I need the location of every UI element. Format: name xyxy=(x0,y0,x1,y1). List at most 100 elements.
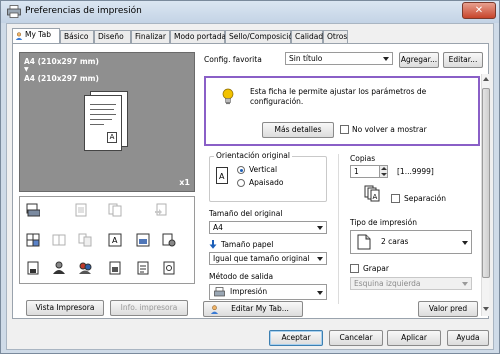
lightbulb-icon xyxy=(222,88,234,105)
dialog-client-area: My Tab Básico Diseño Finalizar Modo port… xyxy=(6,23,494,350)
tab-diseno[interactable]: Diseño xyxy=(94,30,131,43)
stamp-icon[interactable] xyxy=(162,233,176,247)
cancel-button[interactable]: Cancelar xyxy=(329,330,383,346)
combine-pages-icon[interactable] xyxy=(78,233,92,247)
horizontal-radio[interactable] xyxy=(237,179,245,187)
dont-show-checkbox[interactable] xyxy=(340,125,349,134)
staple-label: Grapar xyxy=(363,264,389,273)
booklet-icon[interactable] xyxy=(52,233,66,247)
rotate-page-icon[interactable] xyxy=(154,203,168,217)
copies-spinner[interactable] xyxy=(379,165,388,178)
preview-page-icon: A xyxy=(84,91,128,151)
printer-icon xyxy=(7,5,21,18)
print-type-select[interactable]: 2 caras xyxy=(350,230,472,254)
svg-text:A: A xyxy=(112,236,118,245)
column-divider xyxy=(338,154,339,304)
favorite-setting-select[interactable]: Sin título xyxy=(285,52,393,65)
chevron-down-icon xyxy=(383,57,389,61)
scroll-up-icon[interactable] xyxy=(483,77,489,81)
print-preview: A4 (210x297 mm) ▼ A4 (210x297 mm) A x1 xyxy=(19,52,195,192)
paper-size-select[interactable]: Igual que tamaño original xyxy=(209,252,327,265)
tab-sello-composicion[interactable]: Sello/Composición xyxy=(225,30,298,43)
preview-paper-size: A4 (210x297 mm) xyxy=(24,74,99,83)
preview-front-page: A xyxy=(84,95,122,151)
favorite-setting-label: Config. favorita xyxy=(204,55,262,64)
default-values-button[interactable]: Valor pred xyxy=(418,301,478,317)
info-balloon: Esta ficha le permite ajustar los paráme… xyxy=(204,76,480,146)
print-type-label: Tipo de impresión xyxy=(350,218,417,227)
tab-modo-portada[interactable]: Modo portada xyxy=(170,30,226,43)
multi-page-icon[interactable] xyxy=(26,233,40,247)
svg-text:A: A xyxy=(373,193,378,201)
add-favorite-button[interactable]: Agregar... xyxy=(399,52,439,68)
box-save-icon[interactable] xyxy=(136,261,150,275)
account-track-icon[interactable] xyxy=(78,261,92,275)
scrollbar-thumb[interactable] xyxy=(482,88,490,278)
chevron-down-icon xyxy=(317,257,323,261)
tab-finalizar[interactable]: Finalizar xyxy=(131,30,170,43)
user-auth-icon[interactable] xyxy=(52,261,66,275)
secure-print-icon[interactable] xyxy=(108,261,122,275)
output-method-select[interactable]: Impresión xyxy=(209,284,327,300)
collate-checkbox[interactable] xyxy=(391,194,400,203)
tab-panel: A4 (210x297 mm) ▼ A4 (210x297 mm) A x1 A… xyxy=(12,43,490,319)
edit-my-tab-label: Editar My Tab... xyxy=(231,304,289,313)
close-button[interactable]: ✕ xyxy=(462,2,496,19)
copies-input[interactable]: 1 xyxy=(350,165,380,178)
more-details-button[interactable]: Más detalles xyxy=(262,122,334,138)
duplex-icon xyxy=(357,234,371,250)
tab-calidad[interactable]: Calidad xyxy=(291,30,323,43)
function-icon-grid: A xyxy=(19,196,195,284)
print-job-icon[interactable] xyxy=(26,203,40,217)
collate-icon: A xyxy=(364,185,380,202)
settings-page-icon[interactable] xyxy=(162,261,176,275)
dont-show-label: No volver a mostrar xyxy=(352,125,427,134)
paper-size-value: Igual que tamaño original xyxy=(213,254,310,263)
apply-button[interactable]: Aplicar xyxy=(387,330,441,346)
printer-info-button[interactable]: Info. impresora xyxy=(110,300,188,316)
ok-button[interactable]: Aceptar xyxy=(269,330,323,346)
tab-my-tab[interactable]: My Tab xyxy=(12,28,60,43)
portrait-orientation-icon: A xyxy=(216,167,228,184)
user-icon xyxy=(15,32,23,40)
text-page-icon[interactable]: A xyxy=(108,233,122,247)
vertical-label: Vertical xyxy=(249,165,278,174)
output-method-label: Método de salida xyxy=(209,272,274,281)
print-output-icon xyxy=(214,287,225,297)
staple-position-select[interactable]: Esquina izquierda xyxy=(350,277,472,290)
scroll-down-icon[interactable] xyxy=(483,307,489,311)
print-preferences-window: Preferencias de impresión ✕ My Tab Básic… xyxy=(0,0,500,354)
tab-otros[interactable]: Otros xyxy=(323,30,348,43)
preview-page-letter: A xyxy=(107,132,117,143)
window-title: Preferencias de impresión xyxy=(25,6,142,16)
tab-label: My Tab xyxy=(25,30,51,39)
spin-up-icon[interactable] xyxy=(381,167,387,170)
original-size-label: Tamaño del original xyxy=(209,209,283,218)
orientation-legend: Orientación original xyxy=(214,151,292,160)
orientation-group: Orientación original A Vertical Apaisado xyxy=(209,151,327,202)
edit-favorite-button[interactable]: Editar... xyxy=(443,52,483,68)
tab-basico[interactable]: Básico xyxy=(60,30,94,43)
vertical-radio[interactable] xyxy=(237,166,245,174)
title-bar: Preferencias de impresión ✕ xyxy=(1,1,499,23)
page-layout-icon[interactable] xyxy=(74,203,88,217)
print-type-value: 2 caras xyxy=(381,237,409,246)
chevron-down-icon xyxy=(317,226,323,230)
chevron-down-icon xyxy=(462,241,468,245)
horizontal-label: Apaisado xyxy=(249,178,284,187)
image-page-icon[interactable] xyxy=(136,233,150,247)
staple-checkbox[interactable] xyxy=(350,264,359,273)
chevron-down-icon xyxy=(317,291,323,295)
copy-pages-icon[interactable] xyxy=(108,203,122,217)
spin-down-icon[interactable] xyxy=(381,173,387,176)
settings-scrollbar[interactable] xyxy=(481,74,490,316)
help-button[interactable]: Ayuda xyxy=(447,330,489,346)
document-print-icon[interactable] xyxy=(26,261,40,275)
copies-range: [1...9999] xyxy=(397,167,434,176)
printer-view-button[interactable]: Vista Impresora xyxy=(26,300,104,316)
original-size-select[interactable]: A4 xyxy=(209,221,327,234)
user-icon xyxy=(210,305,219,314)
original-size-value: A4 xyxy=(213,223,223,232)
output-method-value: Impresión xyxy=(230,287,268,296)
edit-my-tab-button[interactable]: Editar My Tab... xyxy=(203,301,303,317)
